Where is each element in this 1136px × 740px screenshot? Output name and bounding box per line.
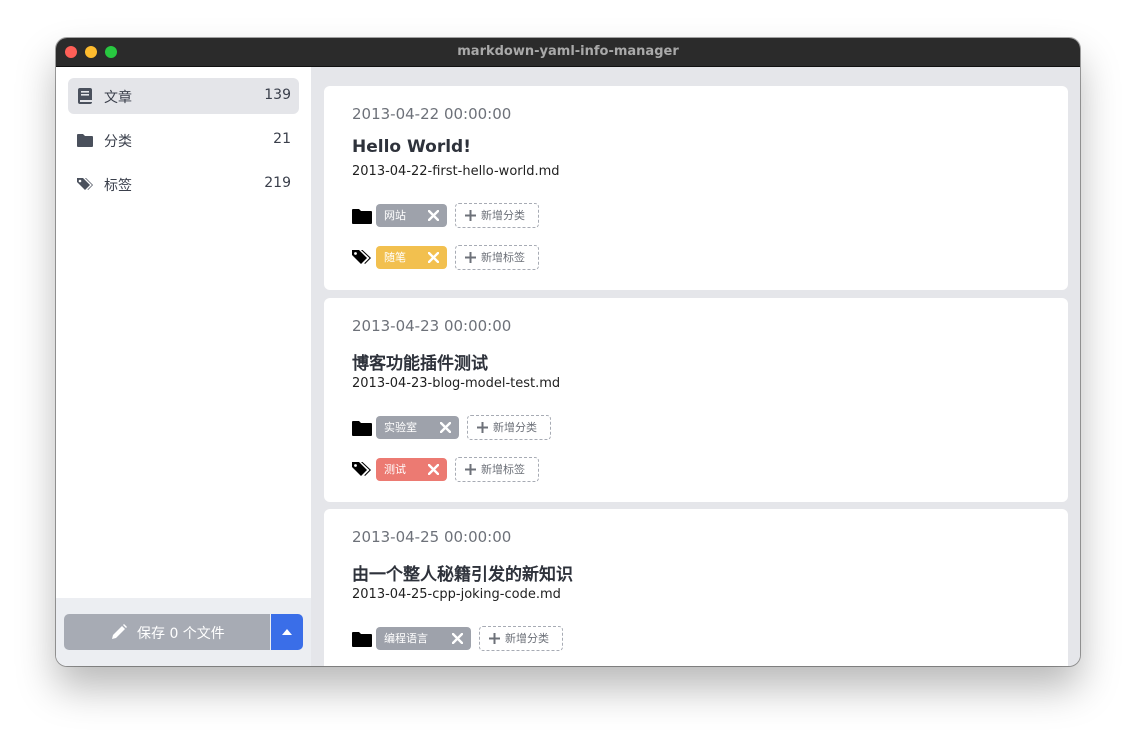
sidebar-footer: 保存 0 个文件 — [56, 598, 311, 666]
post-card[interactable]: 2013-04-25 00:00:00 由一个整人秘籍引发的新知识 2013-0… — [324, 509, 1068, 666]
post-title: 博客功能插件测试 — [352, 354, 488, 374]
plus-icon — [477, 422, 488, 433]
post-date: 2013-04-25 00:00:00 — [352, 528, 512, 546]
tags-icon — [352, 250, 371, 264]
folder-icon — [352, 209, 372, 224]
post-title: Hello World! — [352, 137, 471, 157]
sidebar-item-articles[interactable]: 文章 139 — [68, 78, 299, 114]
add-tag-button[interactable]: 新增标签 — [455, 245, 539, 270]
category-chip-label: 编程语言 — [384, 632, 428, 645]
tag-chip-label: 测试 — [384, 463, 406, 476]
post-date: 2013-04-23 00:00:00 — [352, 317, 512, 335]
window-title: markdown-yaml-info-manager — [457, 44, 679, 59]
plus-icon — [489, 633, 500, 644]
app-window: markdown-yaml-info-manager 文章 139 分类 21 — [56, 38, 1080, 666]
post-title: 由一个整人秘籍引发的新知识 — [352, 565, 573, 585]
book-icon — [78, 88, 92, 104]
post-card[interactable]: 2013-04-23 00:00:00 博客功能插件测试 2013-04-23-… — [324, 298, 1068, 502]
sidebar-item-label: 文章 — [104, 90, 132, 106]
tag-chip: 随笔 — [376, 246, 447, 269]
post-date: 2013-04-22 00:00:00 — [352, 105, 512, 123]
sidebar-item-tags[interactable]: 标签 219 — [68, 166, 299, 202]
sidebar-item-categories[interactable]: 分类 21 — [68, 122, 299, 158]
add-category-label: 新增分类 — [493, 421, 537, 434]
sidebar-item-count: 21 — [273, 131, 291, 147]
remove-category-icon[interactable] — [428, 210, 439, 221]
plus-icon — [465, 210, 476, 221]
sidebar-item-count: 219 — [264, 175, 291, 191]
save-files-button[interactable]: 保存 0 个文件 — [64, 614, 270, 650]
category-chip: 网站 — [376, 204, 447, 227]
sidebar-item-count: 139 — [264, 87, 291, 103]
add-category-button[interactable]: 新增分类 — [455, 203, 539, 228]
post-filename: 2013-04-22-first-hello-world.md — [352, 164, 560, 179]
add-category-label: 新增分类 — [505, 632, 549, 645]
add-tag-label: 新增标签 — [481, 463, 525, 476]
plus-icon — [465, 252, 476, 263]
add-category-button[interactable]: 新增分类 — [479, 626, 563, 651]
category-chip: 实验室 — [376, 416, 459, 439]
tag-chip-label: 随笔 — [384, 251, 406, 264]
plus-icon — [465, 464, 476, 475]
sidebar-item-label: 标签 — [104, 178, 132, 194]
save-menu-toggle[interactable] — [271, 614, 303, 650]
add-tag-button[interactable]: 新增标签 — [455, 457, 539, 482]
tags-icon — [77, 178, 93, 190]
tags-icon — [352, 462, 371, 476]
category-chip-label: 网站 — [384, 209, 406, 222]
pencil-icon — [112, 624, 127, 639]
tag-chip: 测试 — [376, 458, 447, 481]
post-filename: 2013-04-23-blog-model-test.md — [352, 376, 561, 391]
title-bar: markdown-yaml-info-manager — [56, 38, 1080, 67]
sidebar-item-label: 分类 — [104, 134, 132, 150]
remove-category-icon[interactable] — [440, 422, 451, 433]
category-chip: 编程语言 — [376, 627, 471, 650]
post-filename: 2013-04-25-cpp-joking-code.md — [352, 587, 561, 602]
add-category-button[interactable]: 新增分类 — [467, 415, 551, 440]
remove-category-icon[interactable] — [452, 633, 463, 644]
save-files-label: 保存 0 个文件 — [137, 626, 225, 642]
post-list: 2013-04-22 00:00:00 Hello World! 2013-04… — [311, 67, 1080, 666]
remove-tag-icon[interactable] — [428, 464, 439, 475]
post-card[interactable]: 2013-04-22 00:00:00 Hello World! 2013-04… — [324, 86, 1068, 290]
remove-tag-icon[interactable] — [428, 252, 439, 263]
folder-icon — [352, 421, 372, 436]
caret-up-icon — [282, 629, 292, 635]
add-category-label: 新增分类 — [481, 209, 525, 222]
category-chip-label: 实验室 — [384, 421, 417, 434]
folder-icon — [77, 134, 93, 147]
add-tag-label: 新增标签 — [481, 251, 525, 264]
sidebar: 文章 139 分类 21 标签 219 保存 0 个文件 — [56, 67, 311, 666]
folder-icon — [352, 632, 372, 647]
